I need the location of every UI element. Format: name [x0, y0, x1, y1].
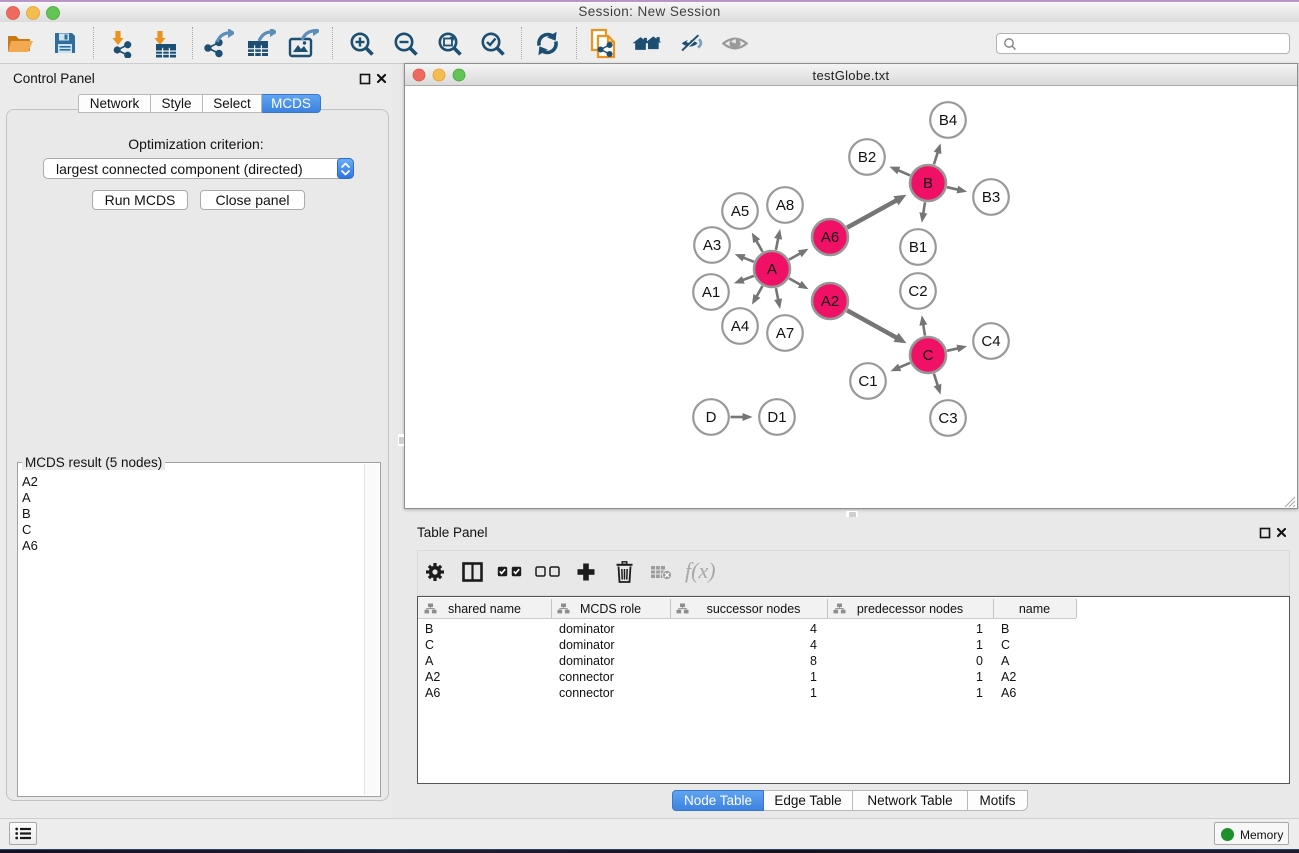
svg-text:C3: C3: [938, 410, 957, 427]
svg-text:C2: C2: [908, 283, 927, 300]
svg-text:B1: B1: [909, 239, 927, 256]
svg-text:A3: A3: [703, 237, 721, 254]
svg-text:B: B: [923, 175, 933, 192]
svg-text:B3: B3: [982, 189, 1000, 206]
svg-text:A8: A8: [776, 197, 794, 214]
svg-text:A2: A2: [821, 293, 839, 310]
svg-text:A6: A6: [821, 229, 839, 246]
svg-text:A1: A1: [702, 284, 720, 301]
svg-text:B2: B2: [858, 149, 876, 166]
svg-text:D: D: [706, 409, 717, 426]
svg-text:A4: A4: [731, 318, 749, 335]
svg-text:C1: C1: [858, 373, 877, 390]
svg-text:A: A: [767, 261, 777, 278]
svg-text:D1: D1: [767, 409, 786, 426]
svg-text:C: C: [923, 347, 934, 364]
svg-text:B4: B4: [939, 112, 957, 129]
svg-text:A7: A7: [776, 325, 794, 342]
svg-text:A5: A5: [731, 203, 749, 220]
svg-text:C4: C4: [981, 333, 1000, 350]
